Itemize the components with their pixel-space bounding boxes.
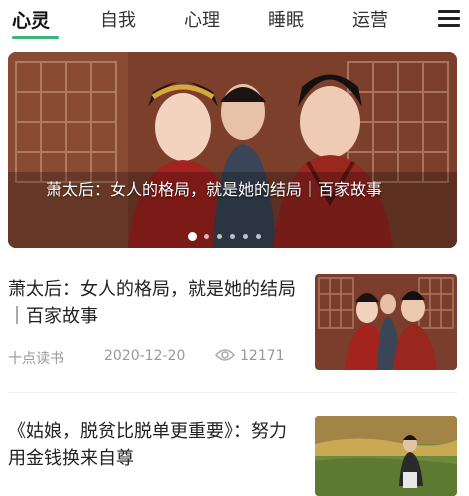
tab-shuimian[interactable]: 睡眠: [268, 6, 304, 32]
carousel-dot[interactable]: [204, 234, 209, 239]
article-date: 2020-12-20: [104, 348, 186, 364]
article-source: 十点读书: [8, 351, 64, 367]
carousel-dot[interactable]: [243, 234, 248, 239]
article-card[interactable]: 《姑娘，脱贫比脱单更重要》：努力用金钱换来自尊: [0, 412, 469, 496]
featured-banner[interactable]: 萧太后：女人的格局，就是她的结局｜百家故事: [8, 52, 457, 248]
article-card[interactable]: 萧太后：女人的格局，就是她的结局｜百家故事 十点读书 2020-12-20 12…: [0, 272, 469, 382]
category-tab-bar: 心灵 自我 心理 睡眠 运营: [0, 0, 469, 48]
article-thumbnail[interactable]: [315, 274, 457, 370]
banner-caption: 萧太后：女人的格局，就是她的结局｜百家故事: [46, 180, 383, 199]
banner-image: [8, 52, 457, 248]
article-title[interactable]: 萧太后：女人的格局，就是她的结局｜百家故事: [8, 276, 298, 330]
tab-xinling[interactable]: 心灵: [12, 6, 50, 33]
article-views: 12171: [240, 348, 285, 364]
hamburger-menu-icon[interactable]: [438, 10, 460, 28]
eye-icon: [214, 348, 236, 366]
active-tab-indicator: [12, 36, 59, 39]
carousel-dot[interactable]: [217, 234, 222, 239]
article-meta: 十点读书 2020-12-20 12171: [8, 348, 298, 368]
divider: [8, 392, 457, 393]
carousel-dot[interactable]: [188, 232, 197, 241]
tab-xinli[interactable]: 心理: [184, 6, 220, 32]
tab-ziwo[interactable]: 自我: [100, 6, 136, 32]
carousel-dot[interactable]: [230, 234, 235, 239]
article-title[interactable]: 《姑娘，脱贫比脱单更重要》：努力用金钱换来自尊: [8, 418, 298, 472]
carousel-dot[interactable]: [256, 234, 261, 239]
article-thumbnail[interactable]: [315, 416, 457, 496]
tab-yunying[interactable]: 运营: [352, 6, 388, 32]
